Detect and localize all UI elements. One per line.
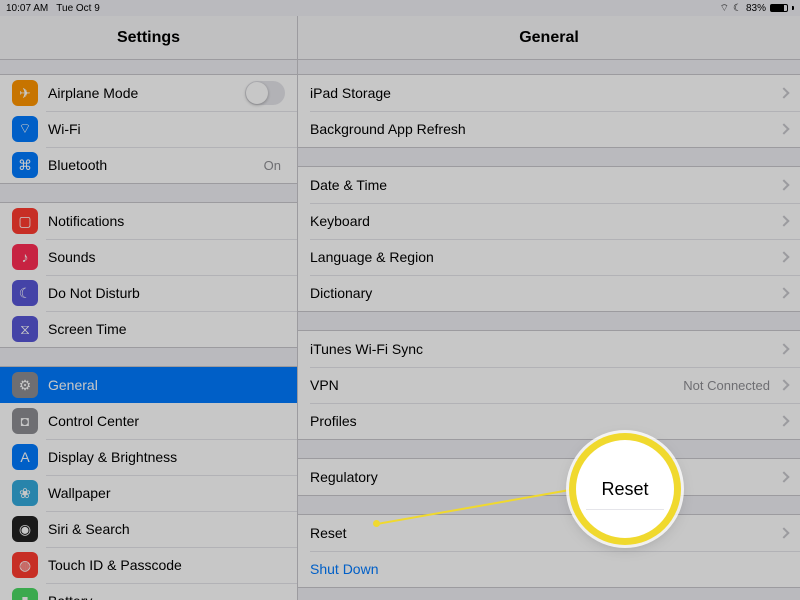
screen-time-icon: ⧖	[12, 316, 38, 342]
detail-title: General	[519, 29, 579, 47]
airplane-mode-icon: ✈	[12, 80, 38, 106]
airplane-mode-toggle[interactable]	[245, 81, 285, 105]
row-label: Bluetooth	[48, 157, 264, 173]
row-label: Touch ID & Passcode	[48, 557, 285, 573]
detail-item-keyboard[interactable]: Keyboard	[298, 203, 800, 239]
battery-pct: 83%	[746, 3, 766, 14]
dnd-icon: ☾	[733, 3, 742, 14]
detail-item-shut-down[interactable]: Shut Down	[298, 551, 800, 587]
detail-item-profiles[interactable]: Profiles	[298, 403, 800, 439]
detail-item-ipad-storage[interactable]: iPad Storage	[298, 75, 800, 111]
row-label: General	[48, 377, 285, 393]
row-value: Not Connected	[683, 378, 770, 393]
sidebar-item-battery[interactable]: ▮ Battery	[0, 583, 297, 600]
siri-search-icon: ◉	[12, 516, 38, 542]
detail-item-itunes-wi-fi-sync[interactable]: iTunes Wi-Fi Sync	[298, 331, 800, 367]
sidebar-item-bluetooth[interactable]: ⌘ BluetoothOn	[0, 147, 297, 183]
row-label: Regulatory	[310, 469, 774, 485]
chevron-right-icon	[778, 87, 789, 98]
row-label: Control Center	[48, 413, 285, 429]
row-label: Do Not Disturb	[48, 285, 285, 301]
sidebar-item-screen-time[interactable]: ⧖ Screen Time	[0, 311, 297, 347]
notifications-icon: ▢	[12, 208, 38, 234]
status-bar: 10:07 AM Tue Oct 9 ⌔ ☾ 83%	[0, 0, 800, 16]
detail-item-date-time[interactable]: Date & Time	[298, 167, 800, 203]
sidebar-header: Settings	[0, 16, 297, 60]
display-brightness-icon: A	[12, 444, 38, 470]
wi-fi-icon: ⌔	[12, 116, 38, 142]
chevron-right-icon	[778, 343, 789, 354]
callout-pointer-dot	[373, 520, 380, 527]
chevron-right-icon	[778, 123, 789, 134]
sidebar-item-notifications[interactable]: ▢ Notifications	[0, 203, 297, 239]
row-label: VPN	[310, 377, 683, 393]
battery-icon: ▮	[12, 588, 38, 600]
sounds-icon: ♪	[12, 244, 38, 270]
sidebar-item-airplane-mode[interactable]: ✈ Airplane Mode	[0, 75, 297, 111]
control-center-icon: ◘	[12, 408, 38, 434]
detail-header: General	[298, 16, 800, 60]
row-label: Sounds	[48, 249, 285, 265]
row-label: Background App Refresh	[310, 121, 774, 137]
sidebar-item-sounds[interactable]: ♪ Sounds	[0, 239, 297, 275]
row-label: Siri & Search	[48, 521, 285, 537]
row-label: Keyboard	[310, 213, 774, 229]
row-label: Language & Region	[310, 249, 774, 265]
row-label: Reset	[310, 525, 774, 541]
row-label: iTunes Wi-Fi Sync	[310, 341, 774, 357]
chevron-right-icon	[778, 251, 789, 262]
row-label: Dictionary	[310, 285, 774, 301]
row-label: Battery	[48, 593, 285, 600]
touch-id-passcode-icon: ◍	[12, 552, 38, 578]
row-label: Screen Time	[48, 321, 285, 337]
reset-callout: Reset	[576, 440, 674, 538]
chevron-right-icon	[778, 471, 789, 482]
row-label: Wallpaper	[48, 485, 285, 501]
bluetooth-icon: ⌘	[12, 152, 38, 178]
detail-item-regulatory[interactable]: Regulatory	[298, 459, 800, 495]
chevron-right-icon	[778, 415, 789, 426]
chevron-right-icon	[778, 215, 789, 226]
chevron-right-icon	[778, 179, 789, 190]
row-label: Shut Down	[310, 561, 788, 577]
sidebar-title: Settings	[117, 29, 180, 47]
chevron-right-icon	[778, 379, 789, 390]
row-label: Wi-Fi	[48, 121, 285, 137]
chevron-right-icon	[778, 287, 789, 298]
detail-pane: General iPad Storage Background App Refre…	[298, 16, 800, 600]
row-label: iPad Storage	[310, 85, 774, 101]
sidebar-item-control-center[interactable]: ◘ Control Center	[0, 403, 297, 439]
callout-label: Reset	[601, 479, 648, 500]
row-label: Display & Brightness	[48, 449, 285, 465]
sidebar-item-general[interactable]: ⚙ General	[0, 367, 297, 403]
row-label: Date & Time	[310, 177, 774, 193]
wifi-icon: ⌔	[720, 2, 729, 15]
row-value: On	[264, 158, 281, 173]
sidebar-item-wallpaper[interactable]: ❀ Wallpaper	[0, 475, 297, 511]
chevron-right-icon	[778, 527, 789, 538]
sidebar-item-siri-search[interactable]: ◉ Siri & Search	[0, 511, 297, 547]
detail-item-vpn[interactable]: VPNNot Connected	[298, 367, 800, 403]
wallpaper-icon: ❀	[12, 480, 38, 506]
row-label: Airplane Mode	[48, 85, 245, 101]
sidebar-item-touch-id-passcode[interactable]: ◍ Touch ID & Passcode	[0, 547, 297, 583]
sidebar-item-display-brightness[interactable]: A Display & Brightness	[0, 439, 297, 475]
sidebar-item-wi-fi[interactable]: ⌔ Wi-Fi	[0, 111, 297, 147]
detail-item-background-app-refresh[interactable]: Background App Refresh	[298, 111, 800, 147]
status-time: 10:07 AM	[6, 3, 48, 14]
sidebar-item-do-not-disturb[interactable]: ☾ Do Not Disturb	[0, 275, 297, 311]
detail-item-language-region[interactable]: Language & Region	[298, 239, 800, 275]
row-label: Profiles	[310, 413, 774, 429]
row-label: Notifications	[48, 213, 285, 229]
detail-item-dictionary[interactable]: Dictionary	[298, 275, 800, 311]
general-icon: ⚙	[12, 372, 38, 398]
status-date: Tue Oct 9	[56, 3, 100, 14]
settings-sidebar: Settings ✈ Airplane Mode ⌔ Wi-Fi ⌘ BluetoothO…	[0, 16, 298, 600]
do-not-disturb-icon: ☾	[12, 280, 38, 306]
battery-icon	[770, 4, 788, 12]
